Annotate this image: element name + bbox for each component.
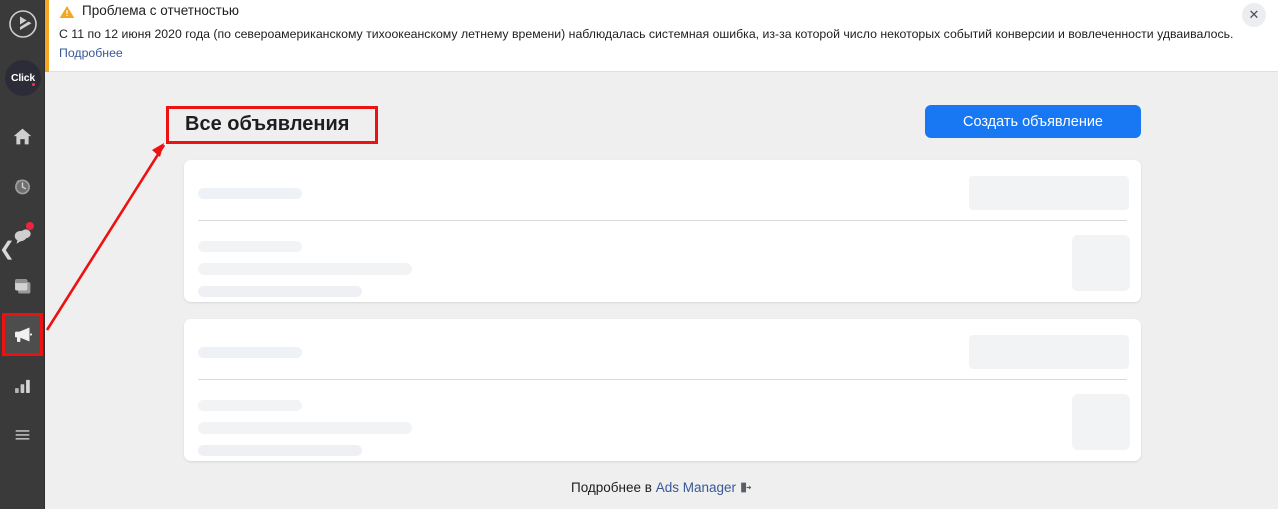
sidebar-item-menu[interactable] — [3, 415, 42, 453]
page-title: Все объявления — [185, 113, 349, 136]
skeleton-bar — [198, 241, 302, 252]
skeleton-bar — [198, 422, 412, 434]
banner-body-text: С 11 по 12 июня 2020 года (по североамер… — [59, 27, 1233, 41]
banner-close-button[interactable]: ✕ — [1242, 3, 1266, 27]
skeleton-thumbnail — [1072, 235, 1130, 291]
sidebar-collapse-icon[interactable]: ❮ — [0, 240, 15, 259]
skeleton-bar — [198, 263, 412, 275]
sidebar-item-pages[interactable] — [3, 267, 42, 305]
click-badge[interactable]: Click — [5, 60, 41, 96]
sidebar-item-history[interactable] — [3, 167, 42, 205]
card-divider — [198, 379, 1127, 380]
ads-manager-link[interactable]: Ads Manager — [656, 480, 736, 495]
click-badge-label: Click — [11, 72, 35, 84]
banner-accent-bar — [45, 0, 49, 72]
skeleton-bar — [198, 347, 302, 358]
skeleton-box — [969, 176, 1129, 210]
messages-notification-dot — [26, 222, 34, 230]
skeleton-bar — [198, 400, 302, 411]
left-sidebar: Click — [0, 0, 45, 509]
app-window: Click — [0, 0, 1278, 509]
footer: Подробнее в Ads Manager — [45, 480, 1278, 497]
create-ad-button[interactable]: Создать объявление — [925, 105, 1141, 138]
sidebar-item-home[interactable] — [3, 117, 42, 155]
main-content: Все объявления Создать объявление Подроб… — [45, 72, 1278, 509]
skeleton-bar — [198, 445, 362, 456]
warning-triangle-icon — [59, 4, 75, 20]
app-logo-icon[interactable] — [7, 8, 39, 40]
windows-icon — [12, 276, 33, 297]
megaphone-icon — [11, 322, 35, 346]
skeleton-box — [969, 335, 1129, 369]
sidebar-item-ads[interactable] — [3, 315, 42, 353]
ad-card-skeleton[interactable] — [184, 160, 1141, 302]
skeleton-bar — [198, 286, 362, 297]
footer-prefix: Подробнее в — [571, 480, 656, 495]
clock-icon — [12, 176, 33, 197]
banner-title: Проблема с отчетностью — [82, 3, 239, 18]
bar-chart-icon — [12, 375, 33, 396]
sidebar-item-insights[interactable] — [3, 366, 42, 404]
reporting-issue-banner: Проблема с отчетностью С 11 по 12 июня 2… — [45, 0, 1278, 72]
external-link-icon[interactable] — [739, 481, 752, 497]
ad-card-skeleton[interactable] — [184, 319, 1141, 461]
card-divider — [198, 220, 1127, 221]
banner-learn-more-link[interactable]: Подробнее — [59, 46, 123, 60]
hamburger-icon — [12, 424, 33, 445]
click-badge-dot — [32, 83, 35, 86]
skeleton-bar — [198, 188, 302, 199]
skeleton-thumbnail — [1072, 394, 1130, 450]
home-icon — [12, 126, 33, 147]
